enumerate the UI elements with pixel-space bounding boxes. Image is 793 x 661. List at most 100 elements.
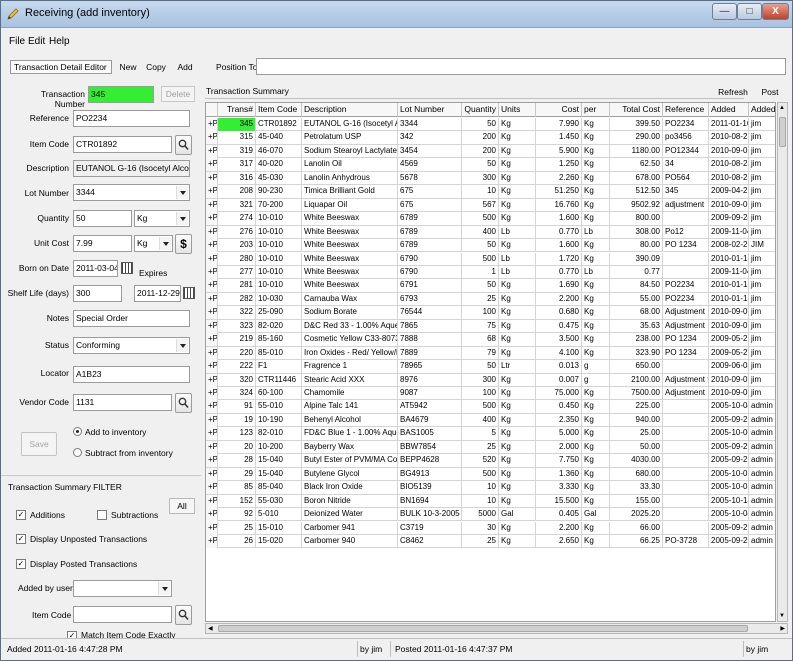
transaction-number-field[interactable]: 345 (88, 86, 154, 103)
table-row[interactable]: +P 282 10-030 Carnauba Wax 6793 25 Kg 2.200 Kg 55… (206, 292, 775, 307)
born-on-field[interactable]: 2011-03-04 (73, 260, 118, 277)
table-row[interactable]: +P2815-040Butyl Ester of PVM/MA Copolyme… (206, 454, 775, 468)
refresh-button[interactable]: Refresh (717, 84, 749, 100)
chevron-down-icon[interactable] (159, 237, 171, 250)
table-row[interactable]: +P 281 10-010 White Beeswax 6791 50 Kg 1.690 Kg 8… (206, 279, 775, 293)
reference-field[interactable]: PO2234 (73, 110, 190, 127)
table-row[interactable]: +P 29 15-040 Butylene Glycol BG4913 500 Kg 1.36… (206, 467, 775, 482)
filter-item-search-button[interactable] (175, 605, 192, 625)
table-row[interactable]: +P 315 45-040 Petrolatum USP 342 200 Kg 1.450 Kg… (206, 131, 775, 145)
scroll-right-icon[interactable]: ▶ (780, 625, 785, 632)
locator-field[interactable]: A1B23 (73, 366, 190, 383)
table-row[interactable]: +P 26 15-020 Carbomer 940 C8462 25 Kg 2.650 Kg 66… (206, 534, 775, 549)
subtractions-checkbox[interactable] (97, 510, 107, 520)
table-row[interactable]: +P12382-010FD&C Blue 1 - 1.00% AqueousBA… (206, 427, 775, 441)
table-row[interactable]: +P32382-020D&C Red 33 - 1.00% Aqueous786… (206, 319, 775, 334)
table-row[interactable]: +P 25 15-010 Carbomer 941 C3719 30 Kg 2.200 Kg 66… (206, 521, 775, 535)
table-row[interactable]: +P 316 45-030 Lanolin Anhydrous 5678 300 Kg 2.2… (206, 171, 775, 186)
table-row[interactable]: +P 91 55-010 Alpine Talc 141 AT5942 500 Kg 0.45… (206, 400, 775, 414)
calendar-icon[interactable] (183, 287, 195, 299)
maximize-button[interactable]: □ (737, 3, 762, 20)
chevron-down-icon[interactable] (176, 339, 188, 352)
table-row[interactable]: +P 20 10-200 Bayberry Wax BBW7854 25 Kg 2.000 Kg… (206, 440, 775, 455)
table-row[interactable]: +P345CTR01892EUTANOL G-16 (Isocetyl Alco… (206, 118, 775, 132)
subtract-inventory-radio[interactable] (73, 448, 82, 457)
table-row[interactable]: +P 152 55-030 Boron Nitride BN1694 10 Kg 15.500… (206, 494, 775, 509)
table-row[interactable]: +P 85 85-040 Black Iron Oxide BIO5139 10 Kg 3.3… (206, 481, 775, 495)
scroll-thumb[interactable] (779, 117, 786, 147)
menu-help[interactable]: Help (49, 36, 70, 47)
add-inventory-radio[interactable] (73, 427, 82, 436)
scroll-up-icon[interactable]: ▲ (779, 105, 785, 111)
vertical-scrollbar[interactable]: ▲ ▼ (777, 102, 788, 622)
add-button[interactable]: Add (173, 59, 197, 75)
table-row[interactable]: +P 321 70-200 Liquapar Oil 675 567 Kg 16.760 Kg 9… (206, 198, 775, 213)
currency-button[interactable]: $ (175, 234, 192, 254)
column-header[interactable] (206, 103, 218, 117)
delete-button[interactable]: Delete (161, 86, 195, 102)
table-row[interactable]: +P22085-010Iron Oxides - Red/ Yellow/Bla… (206, 346, 775, 361)
table-row[interactable]: +P 203 10-010 White Beeswax 6789 50 Kg 1.600 Kg 8… (206, 239, 775, 253)
table-row[interactable]: +P 280 10-010 White Beeswax 6790 500 Lb 1.720 Kg… (206, 252, 775, 266)
column-header[interactable]: Units (499, 103, 536, 117)
column-header[interactable]: Reference (663, 103, 709, 117)
column-header[interactable]: Item Code (256, 103, 302, 117)
chevron-down-icon[interactable] (176, 212, 188, 225)
column-header[interactable]: Quantity (462, 103, 499, 117)
horizontal-scrollbar[interactable]: ◀ ▶ (205, 623, 788, 634)
table-row[interactable]: +P 277 10-010 White Beeswax 6790 1 Lb 0.770 Lb 0.… (206, 265, 775, 280)
column-header[interactable]: Added By (749, 103, 775, 117)
column-header[interactable]: Lot Number (398, 103, 462, 117)
column-header[interactable]: Cost (536, 103, 582, 117)
close-button[interactable]: X (762, 3, 789, 20)
table-row[interactable]: +P 276 10-010 White Beeswax 6789 400 Lb 0.770 Lb… (206, 225, 775, 240)
scroll-left-icon[interactable]: ◀ (208, 625, 213, 632)
status-combo[interactable]: Conforming (73, 337, 190, 354)
all-button[interactable]: All (169, 498, 195, 514)
unit-cost-field[interactable]: 7.99 (73, 235, 132, 252)
table-row[interactable]: +P 319 46-070 Sodium Stearoyl Lactylate 3454… (206, 144, 775, 159)
post-button[interactable]: Post (757, 84, 783, 100)
position-to-field[interactable] (256, 58, 786, 75)
menu-edit[interactable]: Edit (28, 36, 45, 47)
vendor-search-button[interactable] (175, 393, 192, 413)
unit-cost-unit-combo[interactable]: Kg (134, 235, 173, 252)
table-row[interactable]: +P 320 CTR11446 Stearic Acid XXX 8976 300 Kg 0.… (206, 373, 775, 387)
table-row[interactable]: +P 317 40-020 Lanolin Oil 4569 50 Kg 1.250 Kg 62.… (206, 158, 775, 172)
table-row[interactable]: +P 222 F1 Fragrence 1 78965 50 Ltr 0.013 g 650.00… (206, 360, 775, 374)
vendor-code-field[interactable]: 1131 (73, 394, 172, 411)
new-button[interactable]: New (116, 59, 140, 75)
table-row[interactable]: +P 208 90-230 Timica Brilliant Gold 675 10 Kg 5… (206, 185, 775, 199)
filter-item-code-field[interactable] (73, 606, 172, 623)
chevron-down-icon[interactable] (158, 582, 170, 595)
table-row[interactable]: +P 274 10-010 White Beeswax 6789 500 Kg 1.600 Kg… (206, 212, 775, 226)
posted-checkbox[interactable]: ✓ (16, 559, 26, 569)
table-row[interactable]: +P 322 25-090 Sodium Borate 76544 100 Kg 0.680 K… (206, 306, 775, 320)
chevron-down-icon[interactable] (176, 186, 188, 199)
table-row[interactable]: +P 19 10-190 Behenyl Alcohol BA4679 400 Kg 2.35… (206, 413, 775, 428)
copy-button[interactable]: Copy (143, 59, 169, 75)
column-header[interactable]: per (582, 103, 610, 117)
scroll-down-icon[interactable]: ▼ (779, 613, 785, 619)
save-button[interactable]: Save (21, 432, 57, 456)
menu-file[interactable]: File (9, 36, 25, 47)
table-row[interactable]: +P 92 5-010 Deionized Water BULK 10-3-2005 50… (206, 508, 775, 522)
table-row[interactable]: +P 219 85-160 Cosmetic Yellow C33-8073 7888 6… (206, 333, 775, 347)
quantity-field[interactable]: 50 (73, 210, 132, 227)
quantity-unit-combo[interactable]: Kg (134, 210, 190, 227)
minimize-button[interactable]: — (712, 3, 737, 20)
item-code-search-button[interactable] (175, 135, 192, 155)
column-header[interactable]: Total Cost (610, 103, 663, 117)
lot-number-combo[interactable]: 3344 (73, 184, 190, 201)
hscroll-thumb[interactable] (218, 625, 748, 632)
column-header[interactable]: Description (302, 103, 398, 117)
notes-field[interactable]: Special Order (73, 310, 190, 327)
column-header[interactable]: Added (709, 103, 749, 117)
additions-checkbox[interactable]: ✓ (16, 510, 26, 520)
shelf-life-field[interactable]: 300 (73, 285, 122, 302)
item-code-field[interactable]: CTR01892 (73, 136, 172, 153)
added-by-combo[interactable] (73, 580, 172, 597)
calendar-icon[interactable] (121, 262, 133, 274)
column-header[interactable]: Trans# (218, 103, 256, 117)
table-row[interactable]: +P 324 60-100 Chamomile 9087 100 Kg 75.000 Kg 750… (206, 387, 775, 401)
